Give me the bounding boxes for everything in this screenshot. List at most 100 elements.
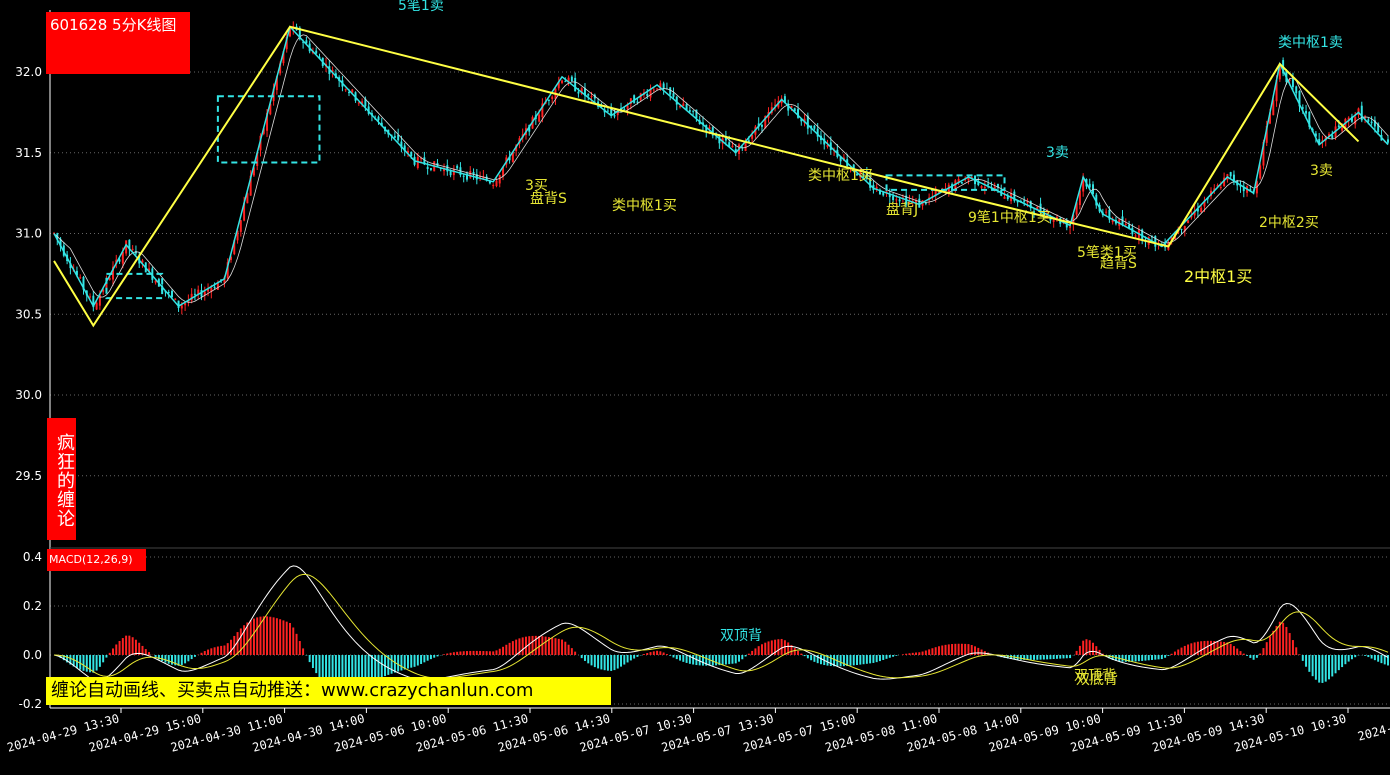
annotation-label: 3卖 bbox=[1310, 163, 1333, 179]
candle-body bbox=[171, 290, 173, 298]
annotation-label: 5笔1卖 bbox=[398, 0, 444, 14]
candle-body bbox=[344, 89, 347, 91]
candle-body bbox=[960, 182, 963, 184]
candle-body bbox=[429, 168, 432, 170]
candle-body bbox=[1370, 121, 1373, 124]
candle-body bbox=[1219, 187, 1222, 189]
candle-body bbox=[672, 93, 675, 97]
candle-body bbox=[924, 202, 927, 204]
candle-body bbox=[662, 83, 665, 89]
candle-body bbox=[410, 151, 413, 157]
candle-body bbox=[564, 81, 567, 83]
annotation-label: 类中枢1买 bbox=[612, 198, 677, 214]
annotation-label: 盘背S bbox=[530, 190, 567, 207]
candle-body bbox=[983, 186, 986, 189]
annotation-label: 2中枢2买 bbox=[1259, 215, 1319, 231]
candle-body bbox=[1124, 223, 1127, 225]
macd-tick-label: 0.4 bbox=[23, 550, 42, 564]
candle-body bbox=[239, 220, 242, 232]
candle-body bbox=[1305, 110, 1308, 114]
candle-body bbox=[1387, 139, 1389, 143]
macd-y-ticks: 0.4 0.2 0.0 -0.2 bbox=[19, 550, 42, 711]
candle-body bbox=[918, 198, 921, 208]
candle-body bbox=[498, 175, 501, 184]
annotation-label: 9笔1中枢1买 bbox=[968, 210, 1051, 226]
annotation-label: 盘背J bbox=[886, 201, 918, 218]
annotation-label: 双顶背 bbox=[720, 628, 762, 644]
price-tick-label: 31.0 bbox=[15, 227, 42, 241]
candle-body bbox=[315, 50, 318, 54]
candle-body bbox=[1295, 86, 1298, 94]
candle-body bbox=[731, 145, 734, 148]
candle-body bbox=[1341, 127, 1344, 131]
candle-body bbox=[574, 77, 577, 92]
macd-tick-label: 0.0 bbox=[23, 648, 42, 662]
annotation-label: 类中枢1买 bbox=[808, 168, 873, 184]
macd-tick-label: -0.2 bbox=[19, 697, 42, 711]
annotation-label: 2中枢1买 bbox=[1184, 267, 1252, 286]
pen-lines bbox=[53, 25, 1389, 308]
annotation-label: 双底背 bbox=[1076, 672, 1118, 688]
candle-body bbox=[669, 87, 672, 95]
candle-body bbox=[895, 199, 898, 201]
candle-body bbox=[1331, 135, 1334, 139]
price-tick-label: 32.0 bbox=[15, 65, 42, 79]
candle-body bbox=[577, 91, 580, 94]
price-tick-label: 29.5 bbox=[15, 469, 42, 483]
candle-body bbox=[213, 286, 216, 288]
candle-body bbox=[656, 88, 659, 90]
annotation-label: 3卖 bbox=[1046, 145, 1069, 161]
x-ticks: 2024-04-29 13:302024-04-29 15:002024-04-… bbox=[5, 708, 1390, 755]
candle-body bbox=[590, 95, 593, 98]
candle-body bbox=[1200, 207, 1203, 213]
candle-body bbox=[760, 124, 763, 127]
chart-title: 601628 5分K线图 bbox=[46, 12, 190, 74]
candle-body bbox=[613, 115, 616, 117]
candle-body bbox=[875, 186, 878, 189]
candle-body bbox=[1180, 228, 1183, 230]
candle-body bbox=[456, 165, 459, 169]
candle-body bbox=[180, 305, 183, 309]
candle-body bbox=[1052, 219, 1055, 222]
side-label: 疯狂的缠论 bbox=[47, 418, 76, 540]
candle-body bbox=[688, 110, 691, 112]
price-y-ticks: 32.0 31.5 31.0 30.5 30.0 29.5 bbox=[15, 65, 42, 483]
candle-body bbox=[393, 136, 396, 138]
candle-body bbox=[131, 248, 134, 250]
candle-body bbox=[646, 93, 649, 96]
candle-body bbox=[561, 80, 564, 84]
macd-label: MACD(12,26,9) bbox=[47, 549, 146, 571]
candle-body bbox=[1105, 211, 1108, 213]
annotations: 5笔1卖3买盘背S 类中枢1买类中枢1买盘背J 9笔1中枢1买3卖5笔类1买趋背S2… bbox=[398, 0, 1343, 688]
candle-body bbox=[987, 183, 990, 185]
candle-body bbox=[692, 110, 695, 112]
chart-canvas: 32.0 31.5 31.0 30.5 30.0 29.5 0.4 0.2 0.0 -0.2 2… bbox=[5, 0, 1390, 755]
candle-body bbox=[679, 106, 682, 108]
candle-body bbox=[1069, 226, 1072, 228]
candle-body bbox=[587, 93, 590, 96]
candle-body bbox=[1229, 172, 1232, 177]
candle-body bbox=[174, 298, 177, 300]
price-tick-label: 30.5 bbox=[15, 307, 42, 321]
annotation-label: 类中枢1卖 bbox=[1278, 35, 1343, 51]
promo-banner[interactable]: 缠论自动画线、买卖点自动推送：www.crazychanlun.com bbox=[46, 677, 611, 705]
grid-lines bbox=[50, 71, 1390, 705]
candle-body bbox=[682, 103, 685, 107]
candle-body bbox=[462, 175, 465, 177]
candle-body bbox=[1023, 200, 1026, 202]
annotation-label: 趋背S bbox=[1100, 256, 1137, 272]
candle-body bbox=[89, 296, 92, 298]
candle-body bbox=[636, 101, 639, 103]
candle-body bbox=[1134, 235, 1137, 237]
candle-body bbox=[95, 302, 98, 310]
candle-body bbox=[495, 180, 498, 187]
candle-body bbox=[626, 105, 629, 110]
candle-body bbox=[348, 92, 350, 94]
pen-line bbox=[53, 25, 1389, 308]
candle-body bbox=[193, 293, 196, 295]
price-tick-label: 30.0 bbox=[15, 388, 42, 402]
price-tick-label: 31.5 bbox=[15, 146, 42, 160]
macd-tick-label: 0.2 bbox=[23, 599, 42, 613]
candle-body bbox=[892, 196, 895, 201]
candle-body bbox=[426, 166, 429, 170]
